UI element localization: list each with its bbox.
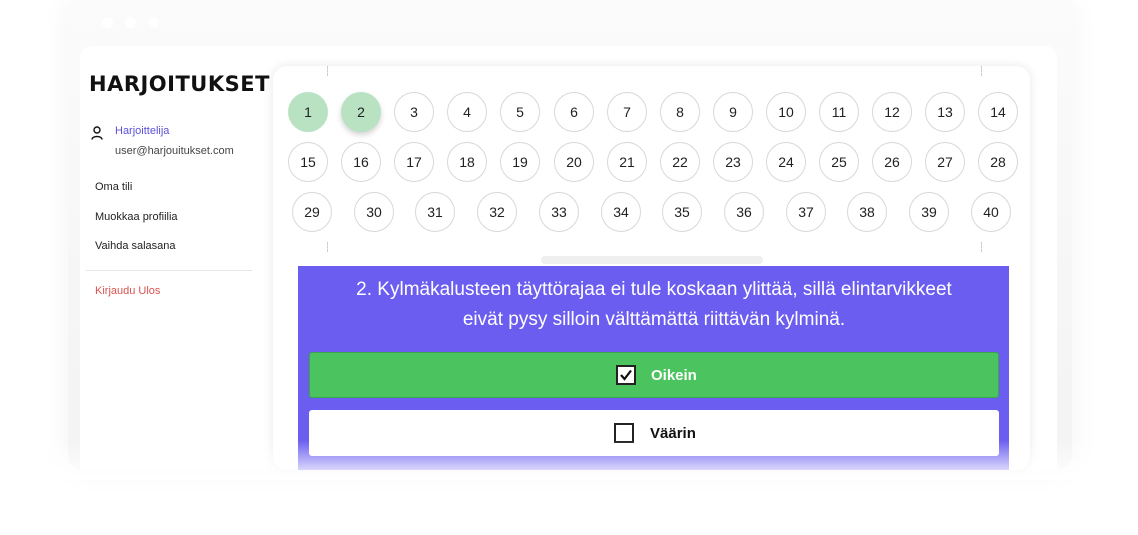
question-number-button[interactable]: 19: [500, 142, 540, 182]
question-number-button[interactable]: 21: [607, 142, 647, 182]
question-number-button[interactable]: 2: [341, 92, 381, 132]
question-number-button[interactable]: 31: [415, 192, 455, 232]
window-controls: [102, 17, 159, 28]
question-number-button[interactable]: 40: [971, 192, 1011, 232]
question-number-button[interactable]: 26: [872, 142, 912, 182]
divider-mark: [327, 242, 328, 252]
question-number-button[interactable]: 5: [500, 92, 540, 132]
question-number-button[interactable]: 25: [819, 142, 859, 182]
checkmark-icon: [620, 369, 632, 381]
question-number-button[interactable]: 29: [292, 192, 332, 232]
window-dot-icon: [148, 17, 159, 28]
question-number-button[interactable]: 27: [925, 142, 965, 182]
question-number-button[interactable]: 15: [288, 142, 328, 182]
divider-mark: [981, 66, 982, 76]
question-number-button[interactable]: 6: [554, 92, 594, 132]
answer-label: Oikein: [651, 366, 697, 384]
question-number-button[interactable]: 3: [394, 92, 434, 132]
question-number-button[interactable]: 23: [713, 142, 753, 182]
question-number-button[interactable]: 34: [601, 192, 641, 232]
question-number-button[interactable]: 11: [819, 92, 859, 132]
question-number-button[interactable]: 1: [288, 92, 328, 132]
question-number-button[interactable]: 30: [354, 192, 394, 232]
user-icon: [91, 126, 103, 140]
sidebar-divider: [86, 270, 252, 271]
question-number-button[interactable]: 14: [978, 92, 1018, 132]
question-number-button[interactable]: 10: [766, 92, 806, 132]
question-number-button[interactable]: 20: [554, 142, 594, 182]
question-number-button[interactable]: 13: [925, 92, 965, 132]
answer-correct-button[interactable]: Oikein: [309, 352, 999, 398]
question-number-button[interactable]: 9: [713, 92, 753, 132]
checkbox-checked[interactable]: [616, 365, 636, 385]
logout-link[interactable]: Kirjaudu Ulos: [95, 285, 160, 297]
question-number-button[interactable]: 38: [847, 192, 887, 232]
bottom-fade: [0, 440, 1138, 480]
window-dot-icon: [102, 17, 113, 28]
divider-mark: [981, 242, 982, 252]
question-line: eivät pysy silloin välttämättä riittävän…: [462, 309, 846, 330]
question-number-button[interactable]: 24: [766, 142, 806, 182]
menu-item-muokkaa-profiilia[interactable]: Muokkaa profiilia: [95, 211, 178, 223]
question-text: 2. Kylmäkalusteen täyttörajaa ei tule ko…: [330, 275, 978, 335]
question-number-button[interactable]: 12: [872, 92, 912, 132]
menu-item-vaihda-salasana[interactable]: Vaihda salasana: [95, 240, 176, 252]
question-number-button[interactable]: 33: [539, 192, 579, 232]
question-number-button[interactable]: 32: [477, 192, 517, 232]
question-number-button[interactable]: 18: [447, 142, 487, 182]
question-number-button[interactable]: 36: [724, 192, 764, 232]
scroll-indicator[interactable]: [541, 256, 763, 264]
answer-label: Väärin: [650, 424, 696, 442]
user-email: user@harjouitukset.com: [115, 145, 234, 157]
question-number-button[interactable]: 22: [660, 142, 700, 182]
brand-logo[interactable]: HARJOITUKSET: [89, 72, 270, 96]
user-name[interactable]: Harjoittelija: [115, 125, 169, 137]
window-dot-icon: [125, 17, 136, 28]
question-number-button[interactable]: 39: [909, 192, 949, 232]
question-number-button[interactable]: 7: [607, 92, 647, 132]
question-number-button[interactable]: 4: [447, 92, 487, 132]
question-number-button[interactable]: 28: [978, 142, 1018, 182]
question-number-button[interactable]: 17: [394, 142, 434, 182]
question-number-button[interactable]: 37: [786, 192, 826, 232]
question-number-button[interactable]: 16: [341, 142, 381, 182]
divider-mark: [327, 66, 328, 76]
question-number-button[interactable]: 35: [662, 192, 702, 232]
question-number-button[interactable]: 8: [660, 92, 700, 132]
menu-item-oma-tili[interactable]: Oma tili: [95, 181, 132, 193]
question-line: 2. Kylmäkalusteen täyttörajaa ei tule ko…: [356, 279, 952, 300]
